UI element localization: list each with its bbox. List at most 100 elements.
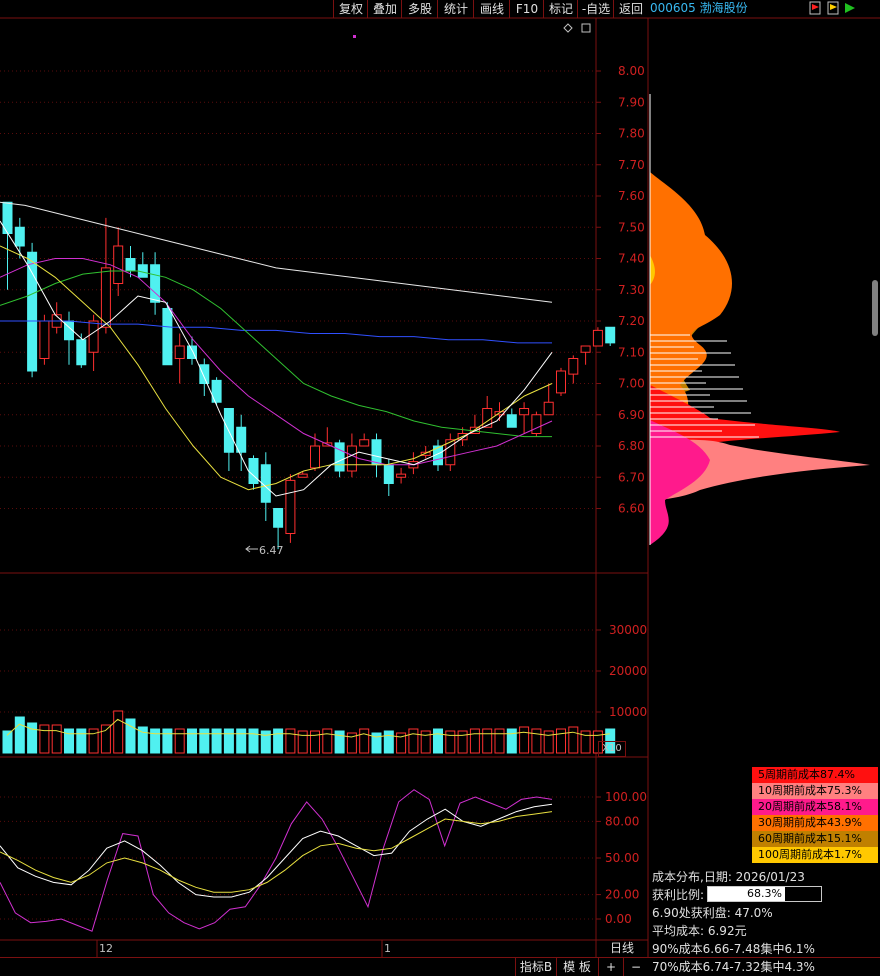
volume-tick-label: 30000 [609, 623, 647, 637]
flag-icon[interactable] [809, 1, 821, 15]
candle-body [88, 320, 99, 353]
profit-ratio-bar: 68.3% [707, 886, 822, 902]
volume-bar [469, 728, 480, 754]
candle-body [310, 445, 320, 469]
month-label-dec: 12 [99, 942, 113, 955]
stock-name: 000605 渤海股份 [650, 1, 748, 15]
profit-ratio-value: 68.3% [747, 887, 782, 900]
price-tick-label: 6.90 [618, 408, 645, 422]
volume-bar [113, 710, 124, 754]
cost-legend-item: 100周期前成本1.7% [752, 847, 878, 863]
price-tick-label: 7.40 [618, 252, 645, 266]
toolbar-button-7[interactable]: -自选 [577, 0, 614, 18]
volume-bar [519, 726, 530, 754]
toolbar-button-8[interactable]: 返回 [613, 0, 648, 18]
candle-body [162, 308, 173, 366]
candle-body [543, 401, 554, 416]
arrow-icon[interactable] [845, 3, 855, 13]
indicator-tick-label: 80.00 [605, 814, 639, 828]
candle-body [396, 473, 407, 478]
candle-body [531, 414, 542, 434]
volume-tick-label: 10000 [609, 705, 647, 719]
volume-bar [359, 728, 370, 754]
volume-bar [297, 730, 308, 754]
price-tick-label: 7.60 [618, 189, 645, 203]
volume-bar [334, 730, 345, 754]
price-tick-label: 8.00 [618, 64, 645, 78]
volume-bar [568, 726, 579, 754]
volume-bar [383, 730, 394, 754]
volume-bar [322, 728, 333, 754]
candle-body [14, 226, 25, 247]
marker-dot [353, 35, 356, 38]
indicator-line-white [0, 803, 553, 898]
candle-body [76, 339, 87, 366]
volume-bar [433, 728, 443, 754]
volume-bar [273, 728, 284, 754]
volume-bar [310, 730, 320, 754]
toolbar-button-2[interactable]: 多股 [401, 0, 438, 18]
volume-bar [457, 730, 468, 754]
zoom-in-button[interactable]: + [598, 958, 623, 976]
volume-tick-label: 20000 [609, 664, 647, 678]
candle-body [150, 264, 161, 303]
period-label[interactable]: 日线 [598, 939, 646, 957]
cost-90: 90%成本6.66-7.48集中6.1% [652, 942, 815, 956]
cost-date: 成本分布,日期: 2026/01/23 [652, 870, 805, 884]
candle-body [285, 479, 296, 534]
volume-bar [199, 728, 210, 754]
kline-chart[interactable]: 8.00 7.90 7.80 7.70 7.60 7.50 7.40 7.30 7.20 7.10… [0, 0, 880, 975]
tab-indicator-b[interactable]: 指标B [515, 958, 556, 976]
candle-body [125, 258, 136, 272]
toolbar-button-5[interactable]: F10 [509, 0, 544, 18]
candle-body [100, 267, 111, 328]
square-icon [581, 23, 591, 33]
volume-bar [174, 728, 185, 754]
candle-body [519, 408, 530, 416]
profit-at-690: 6.90处获利盘: 47.0% [652, 906, 773, 920]
toolbar-button-1[interactable]: 叠加 [367, 0, 402, 18]
volume-bar [14, 716, 25, 754]
toolbar-button-6[interactable]: 标记 [543, 0, 578, 18]
ma-line-yellow [0, 245, 553, 491]
price-tick-label: 7.80 [618, 127, 645, 141]
cost-legend-item: 30周期前成本43.9% [752, 815, 878, 831]
indicator-tick-label: 100.00 [605, 790, 647, 804]
candle-body [371, 439, 382, 466]
indicator-line-yellow [0, 811, 553, 893]
bottom-bar: 日线 指标B 模 板 + − [0, 941, 880, 976]
ma-line-white_long [0, 201, 553, 303]
toolbar-button-3[interactable]: 统计 [437, 0, 474, 18]
zoom-out-button[interactable]: − [623, 958, 648, 976]
candle-body [580, 345, 591, 353]
tab-template[interactable]: 模 板 [556, 958, 597, 976]
month-label-jan: 1 [384, 942, 391, 955]
indicator-line-magenta [0, 789, 553, 932]
low-price-label: 6.47 [259, 544, 284, 557]
volume-bar [445, 730, 456, 754]
price-tick-label: 6.70 [618, 470, 645, 484]
volume-bar [494, 728, 505, 754]
price-tick-label: 7.70 [618, 158, 645, 172]
candle-body [605, 326, 616, 344]
candle-body [39, 320, 50, 359]
toolbar-icons[interactable] [808, 1, 860, 15]
volume-bar [76, 728, 87, 754]
volume-bar [506, 728, 517, 754]
candle-body [27, 251, 38, 372]
price-tick-label: 7.00 [618, 377, 645, 391]
avg-cost: 平均成本: 6.92元 [652, 924, 747, 938]
cost-legend-item: 20周期前成本58.1% [752, 799, 878, 815]
toolbar: 复权 叠加 多股 统计 画线 F10 标记 -自选 返回 [0, 0, 648, 18]
candle-body [506, 414, 517, 428]
candle-body [592, 329, 603, 347]
candle-body [556, 370, 566, 394]
price-tick-label: 6.60 [618, 502, 645, 516]
flag-yellow-icon[interactable] [827, 1, 839, 15]
volume-bar [260, 730, 271, 754]
toolbar-button-4[interactable]: 画线 [473, 0, 510, 18]
volume-bar [482, 728, 493, 754]
toolbar-button-0[interactable]: 复权 [333, 0, 368, 18]
price-tick-label: 7.30 [618, 283, 645, 297]
volume-bar [39, 724, 50, 754]
